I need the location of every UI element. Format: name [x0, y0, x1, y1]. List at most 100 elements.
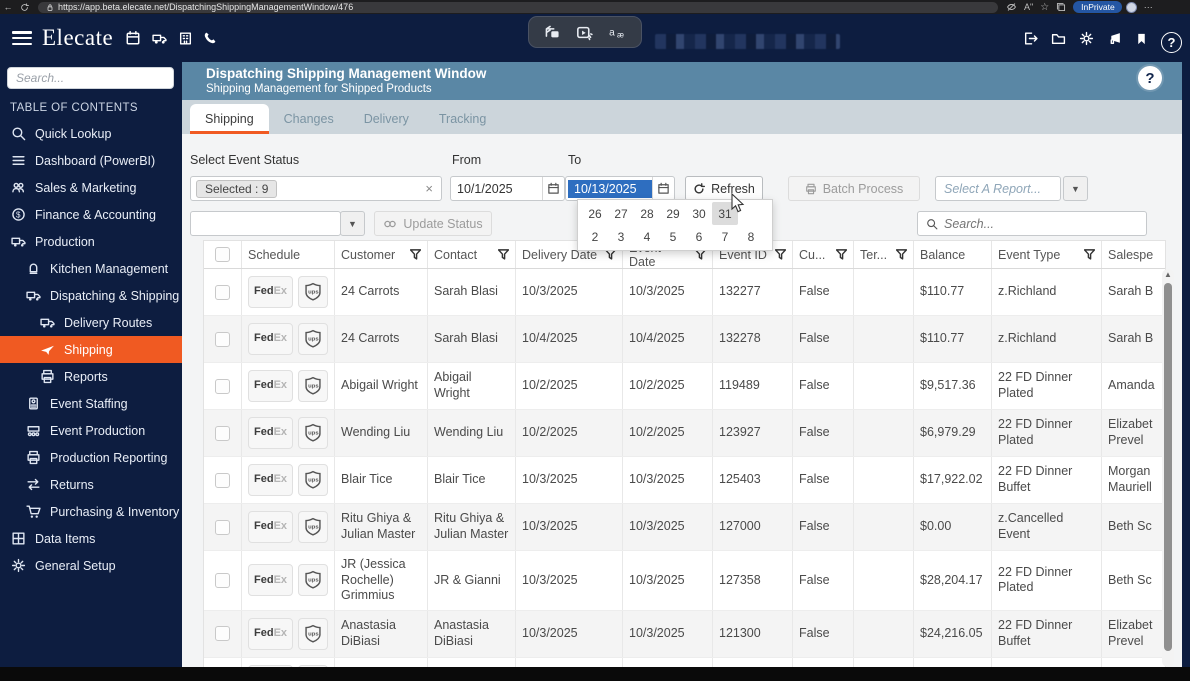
grid-search-input[interactable] — [942, 215, 1146, 232]
fedex-button[interactable]: FedEx — [248, 464, 294, 496]
ups-button[interactable]: ups — [298, 370, 329, 402]
sidebar-item-finance-accounting[interactable]: $ Finance & Accounting — [0, 201, 182, 228]
sign-out-icon[interactable] — [1023, 31, 1038, 46]
sidebar-item-sales-marketing[interactable]: Sales & Marketing — [0, 174, 182, 201]
calendar-day-4[interactable]: 4 — [634, 225, 660, 248]
tab-changes[interactable]: Changes — [269, 104, 349, 134]
from-calendar-icon[interactable] — [542, 177, 564, 200]
calendar-icon[interactable] — [125, 30, 141, 46]
filter-funnel-icon[interactable] — [498, 249, 509, 260]
row-checkbox[interactable] — [215, 572, 230, 588]
app-logo[interactable]: Elecate — [42, 25, 113, 51]
menu-hamburger-icon[interactable] — [12, 31, 32, 45]
profile-avatar[interactable] — [1125, 1, 1137, 13]
calendar-day-8[interactable]: 8 — [738, 225, 764, 248]
sidebar-item-purchasing-inventory[interactable]: Purchasing & Inventory — [0, 498, 182, 525]
sidebar-search-input[interactable]: Search... — [7, 67, 174, 89]
sidebar-item-production-reporting[interactable]: Production Reporting — [0, 444, 182, 471]
back-icon[interactable]: ← — [0, 2, 16, 12]
filter-funnel-icon[interactable] — [836, 249, 847, 260]
refresh-page-icon[interactable] — [16, 2, 32, 12]
clear-status-icon[interactable]: × — [425, 181, 433, 196]
to-calendar-icon[interactable] — [652, 177, 674, 200]
report-dropdown-icon[interactable]: ▼ — [1063, 176, 1088, 201]
fedex-button[interactable]: FedEx — [248, 617, 294, 650]
folder-icon[interactable] — [1051, 31, 1066, 46]
sidebar-item-delivery-routes[interactable]: Delivery Routes — [0, 309, 182, 336]
row-checkbox[interactable] — [215, 626, 230, 642]
fedex-button[interactable]: FedEx — [248, 417, 294, 449]
sidebar-item-dispatching-shipping[interactable]: Dispatching & Shipping — [0, 282, 182, 309]
sidebar-item-quick-lookup[interactable]: Quick Lookup — [0, 120, 182, 147]
calendar-day-26[interactable]: 26 — [582, 202, 608, 225]
calendar-day-28[interactable]: 28 — [634, 202, 660, 225]
event-status-multiselect[interactable]: Selected : 9 × — [190, 176, 442, 201]
split-screen-icon[interactable] — [544, 24, 561, 41]
filter-funnel-icon[interactable] — [1084, 249, 1095, 260]
address-bar[interactable]: https://app.beta.elecate.net/Dispatching… — [38, 1, 998, 13]
gear-icon[interactable] — [1079, 31, 1094, 46]
sidebar-item-kitchen-management[interactable]: Kitchen Management — [0, 255, 182, 282]
collections-icon[interactable] — [1056, 2, 1066, 12]
filter-funnel-icon[interactable] — [896, 249, 907, 260]
calendar-day-6[interactable]: 6 — [686, 225, 712, 248]
grid-scrollbar[interactable]: ▲ — [1162, 269, 1174, 667]
ups-button[interactable]: ups — [298, 564, 329, 597]
ups-button[interactable]: ups — [298, 617, 329, 650]
to-date-input[interactable]: 10/13/2025 — [568, 179, 652, 198]
row-checkbox[interactable] — [215, 284, 230, 300]
sidebar-item-dashboard-powerbi[interactable]: Dashboard (PowerBI) — [0, 147, 182, 174]
fedex-button[interactable]: FedEx — [248, 323, 294, 355]
help-icon[interactable]: ? — [1161, 32, 1182, 53]
eye-slash-icon[interactable] — [1006, 2, 1017, 12]
phone-icon[interactable] — [203, 31, 217, 45]
sidebar-item-event-staffing[interactable]: Event Staffing — [0, 390, 182, 417]
tab-tracking[interactable]: Tracking — [424, 104, 501, 134]
tab-shipping[interactable]: Shipping — [190, 104, 269, 134]
fedex-button[interactable]: FedEx — [248, 564, 294, 597]
sidebar-item-production[interactable]: Production — [0, 228, 182, 255]
window-help-icon[interactable]: ? — [1138, 66, 1162, 90]
truck-icon[interactable] — [151, 31, 168, 46]
row-checkbox[interactable] — [215, 331, 230, 347]
text-size-icon[interactable]: Aʺ — [1024, 2, 1033, 12]
scrollbar-thumb[interactable] — [1164, 283, 1172, 651]
calendar-day-27[interactable]: 27 — [608, 202, 634, 225]
bookmark-icon[interactable] — [1135, 32, 1148, 46]
batch-process-button[interactable]: Batch Process — [788, 176, 920, 201]
sidebar-item-general-setup[interactable]: General Setup — [0, 552, 182, 579]
calendar-day-2[interactable]: 2 — [582, 225, 608, 248]
row-checkbox[interactable] — [215, 472, 230, 488]
fedex-button[interactable]: FedEx — [248, 511, 294, 543]
calendar-day-7[interactable]: 7 — [712, 225, 738, 248]
fedex-button[interactable]: FedEx — [248, 370, 294, 402]
report-select[interactable]: Select A Report... — [935, 176, 1061, 201]
sidebar-item-data-items[interactable]: Data Items — [0, 525, 182, 552]
row-checkbox[interactable] — [215, 378, 230, 394]
ups-button[interactable]: ups — [298, 276, 329, 308]
ups-button[interactable]: ups — [298, 417, 329, 449]
favorite-star-icon[interactable]: ☆ — [1040, 2, 1049, 13]
row-checkbox[interactable] — [215, 519, 230, 535]
tab-delivery[interactable]: Delivery — [349, 104, 424, 134]
sidebar-item-returns[interactable]: Returns — [0, 471, 182, 498]
filter-funnel-icon[interactable] — [410, 249, 421, 260]
status-dropdown-icon[interactable]: ▼ — [340, 211, 365, 236]
sidebar-item-shipping[interactable]: Shipping — [0, 336, 182, 363]
calendar-day-5[interactable]: 5 — [660, 225, 686, 248]
ups-button[interactable]: ups — [298, 464, 329, 496]
ups-button[interactable]: ups — [298, 511, 329, 543]
fedex-button[interactable]: FedEx — [248, 276, 294, 308]
calendar-day-30[interactable]: 30 — [686, 202, 712, 225]
building-icon[interactable] — [178, 31, 193, 46]
translate-icon[interactable]: aæ — [608, 24, 626, 40]
sidebar-item-reports[interactable]: Reports — [0, 363, 182, 390]
row-checkbox[interactable] — [215, 425, 230, 441]
calendar-day-3[interactable]: 3 — [608, 225, 634, 248]
update-status-button[interactable]: Update Status — [374, 211, 492, 236]
browser-menu-icon[interactable]: ⋯ — [1144, 2, 1153, 13]
sidebar-item-event-production[interactable]: Event Production — [0, 417, 182, 444]
megaphone-icon[interactable] — [1107, 31, 1122, 46]
status-combobox[interactable] — [190, 211, 341, 236]
refresh-button[interactable]: Refresh — [685, 176, 763, 201]
